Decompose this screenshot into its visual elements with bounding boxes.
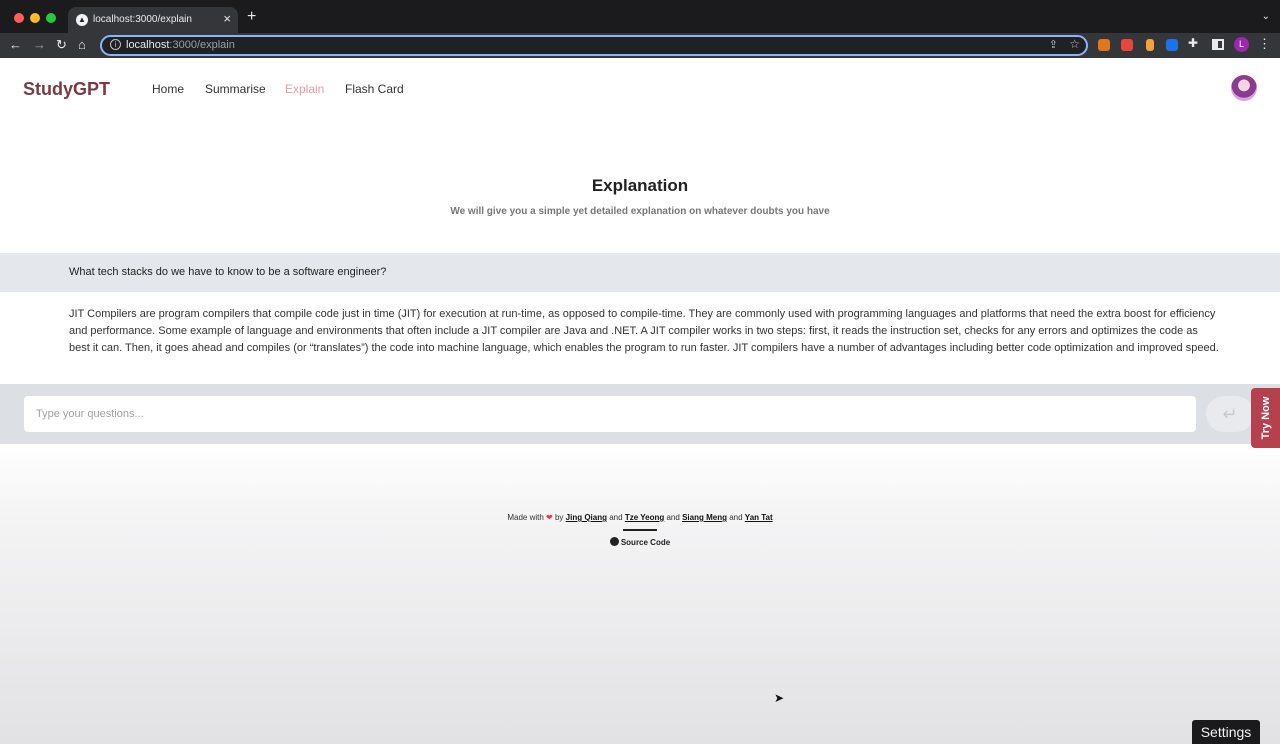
profile-avatar-icon[interactable]: L bbox=[1234, 37, 1249, 52]
footer-credits: Made with ❤ by Jing Qiang and Tze Yeong … bbox=[0, 513, 1280, 522]
user-avatar[interactable] bbox=[1231, 75, 1257, 101]
url-path: :3000/explain bbox=[169, 39, 235, 51]
github-icon bbox=[609, 537, 619, 546]
metamask-extension-icon[interactable] bbox=[1098, 39, 1110, 51]
author-link[interactable]: Jing Qiang bbox=[566, 513, 607, 522]
address-url[interactable]: localhost:3000/explain bbox=[126, 39, 235, 51]
by-text: by bbox=[554, 513, 564, 522]
footer-divider bbox=[623, 529, 657, 531]
bottle-extension-icon[interactable] bbox=[1146, 39, 1154, 51]
and-text: and bbox=[609, 513, 623, 522]
and-text: and bbox=[666, 513, 680, 522]
minimize-window-button[interactable] bbox=[30, 13, 40, 23]
forward-arrow-icon[interactable]: → bbox=[33, 37, 46, 53]
favicon-icon: ▲ bbox=[76, 14, 88, 26]
nav-link-home[interactable]: Home bbox=[152, 82, 184, 96]
site-navbar: StudyGPT Home Summarise Explain Flash Ca… bbox=[0, 58, 1280, 118]
try-now-tab[interactable]: Try Now bbox=[1251, 388, 1280, 448]
page-subtitle: We will give you a simple yet detailed e… bbox=[450, 206, 830, 217]
try-now-label: Try Now bbox=[1259, 396, 1272, 440]
browser-toolbar: ← → ↻ ⌂ i localhost:3000/explain ⇪ ☆ ✚ L… bbox=[0, 33, 1280, 58]
menu-dots-icon[interactable]: ⋮ bbox=[1258, 36, 1271, 52]
settings-button[interactable]: Settings bbox=[1192, 720, 1260, 744]
browser-chrome: ▲ localhost:3000/explain × + ⌄ ← → ↻ ⌂ i… bbox=[0, 0, 1280, 58]
author-link[interactable]: Yan Tat bbox=[745, 513, 773, 522]
blue-extension-icon[interactable] bbox=[1166, 39, 1178, 51]
answer-text: JIT Compilers are program compilers that… bbox=[69, 308, 1219, 354]
puzzle-icon[interactable]: ✚ bbox=[1188, 36, 1198, 50]
page: StudyGPT Home Summarise Explain Flash Ca… bbox=[0, 58, 1280, 744]
side-panel-icon[interactable] bbox=[1212, 39, 1224, 50]
red-extension-icon[interactable] bbox=[1121, 39, 1133, 51]
url-host: localhost bbox=[126, 39, 170, 51]
back-arrow-icon[interactable]: ← bbox=[9, 37, 22, 53]
maximize-window-button[interactable] bbox=[46, 13, 56, 23]
input-bar: ↵ bbox=[0, 384, 1280, 444]
new-tab-icon[interactable]: + bbox=[247, 9, 256, 25]
browser-tab[interactable]: ▲ localhost:3000/explain × bbox=[68, 7, 238, 33]
author-link[interactable]: Siang Meng bbox=[682, 513, 727, 522]
home-icon[interactable]: ⌂ bbox=[78, 37, 86, 53]
heart-icon: ❤ bbox=[546, 513, 553, 522]
source-code-label: Source Code bbox=[620, 538, 671, 547]
source-code-link[interactable]: Source Code bbox=[0, 537, 1280, 547]
and-text: and bbox=[729, 513, 743, 522]
question-text: What tech stacks do we have to know to b… bbox=[69, 266, 387, 278]
tab-strip: ▲ localhost:3000/explain × + ⌄ bbox=[0, 0, 1280, 33]
page-title: Explanation bbox=[591, 176, 689, 195]
send-button[interactable]: ↵ bbox=[1206, 396, 1254, 432]
made-with-text: Made with bbox=[507, 513, 544, 522]
enter-icon: ↵ bbox=[1222, 404, 1238, 424]
reload-icon[interactable]: ↻ bbox=[56, 37, 67, 53]
info-icon[interactable]: i bbox=[110, 39, 121, 50]
question-input[interactable] bbox=[24, 396, 1196, 432]
cursor-icon: ➤ bbox=[774, 691, 785, 705]
author-link[interactable]: Tze Yeong bbox=[625, 513, 664, 522]
brand-logo[interactable]: StudyGPT bbox=[23, 79, 110, 100]
nav-link-flash-card[interactable]: Flash Card bbox=[345, 82, 404, 96]
star-icon[interactable]: ☆ bbox=[1069, 37, 1080, 51]
close-window-button[interactable] bbox=[14, 13, 24, 23]
tab-title: localhost:3000/explain bbox=[93, 14, 192, 25]
question-row: What tech stacks do we have to know to b… bbox=[0, 253, 1280, 292]
nav-link-explain[interactable]: Explain bbox=[285, 82, 324, 96]
share-icon[interactable]: ⇪ bbox=[1049, 38, 1058, 51]
tab-search-icon[interactable]: ⌄ bbox=[1262, 11, 1270, 22]
close-tab-icon[interactable]: × bbox=[223, 12, 231, 26]
address-bar[interactable]: i localhost:3000/explain ⇪ ☆ bbox=[100, 35, 1088, 56]
nav-link-summarise[interactable]: Summarise bbox=[205, 82, 266, 96]
